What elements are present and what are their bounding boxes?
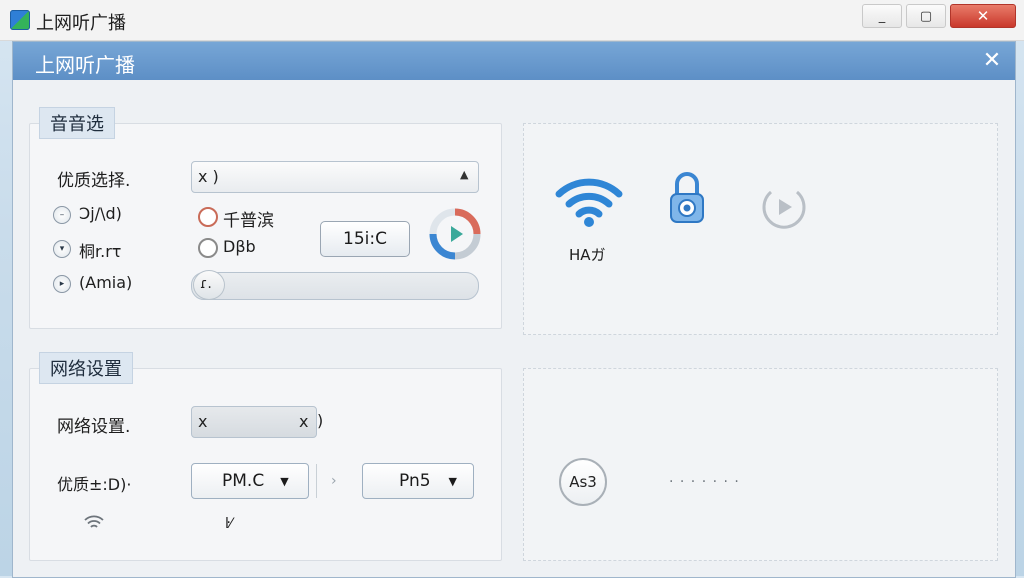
radio-option-a[interactable] xyxy=(198,207,218,227)
wifi-icon xyxy=(555,178,623,227)
lock-camera-icon xyxy=(670,172,704,223)
small-wifi-icon xyxy=(84,515,104,528)
slider-value: ɾ. xyxy=(200,276,212,292)
quality-combo-value: x ) xyxy=(198,167,219,186)
network-group-tab[interactable]: 网络设置 xyxy=(39,352,133,384)
option-label-2: 桐r.rτ xyxy=(79,242,122,261)
dialog: 上网听广播 ✕ 音音选 优质选择. x ) ▲ – Ͻj/\d) ▾ 桐r.rτ… xyxy=(12,41,1016,578)
radio-option-b-label: Dβb xyxy=(223,237,256,256)
combo-arrow-up-icon[interactable]: ▲ xyxy=(460,168,468,181)
window-close-button[interactable]: ✕ xyxy=(950,4,1016,28)
dropdown-1-arrow-icon: ▼ xyxy=(280,474,289,488)
audio-group-tab[interactable]: 音音选 xyxy=(39,107,115,139)
window-title: 上网听广播 xyxy=(36,13,126,34)
time-button[interactable]: 15i:C xyxy=(320,221,410,257)
separator-bar xyxy=(316,464,317,498)
app-icon xyxy=(10,10,30,30)
dropdown-2-arrow-icon: ▼ xyxy=(448,474,458,488)
radio-option-a-label: 千普滨 xyxy=(223,211,274,231)
small-label: ŀ⁄ xyxy=(225,516,233,532)
option-radio-1[interactable]: – xyxy=(53,206,71,224)
quality-label: 优质选择. xyxy=(57,171,131,191)
clear-left-icon[interactable]: x xyxy=(198,412,207,431)
dialog-close-button[interactable]: ✕ xyxy=(979,47,1005,73)
as3-badge[interactable]: As3 xyxy=(559,458,607,506)
network-dropdown-2[interactable]: Pn5 ▼ xyxy=(362,463,474,499)
radio-option-b[interactable] xyxy=(198,238,218,258)
dropdown-2-value: Pn5 xyxy=(399,471,431,491)
as3-badge-label: As3 xyxy=(569,473,597,491)
field-end-paren: ) xyxy=(317,411,324,430)
dropdown-1-value: PM.C xyxy=(222,471,265,491)
maximize-button[interactable]: ▢ xyxy=(906,4,946,28)
play-circle-icon[interactable] xyxy=(759,182,809,232)
volume-slider-thumb[interactable]: ɾ. xyxy=(193,270,225,300)
chevron-right-icon: › xyxy=(331,473,337,489)
option-label-1: Ͻj/\d) xyxy=(79,204,122,223)
clear-right-icon[interactable]: x xyxy=(299,412,308,431)
network-dropdown-1[interactable]: PM.C ▼ xyxy=(191,463,309,499)
option-radio-2[interactable]: ▾ xyxy=(53,240,71,258)
network-quality-label: 优质±:D)· xyxy=(57,475,132,494)
playback-ring-icon[interactable] xyxy=(427,206,483,262)
window-titlebar: 上网听广播 _ ▢ ✕ xyxy=(0,0,1024,41)
option-label-3: (Amia) xyxy=(79,273,133,292)
volume-slider-track[interactable] xyxy=(191,272,479,300)
dialog-title: 上网听广播 xyxy=(35,53,135,77)
network-setting-label: 网络设置. xyxy=(57,417,131,437)
wifi-caption: HAガ xyxy=(569,246,606,264)
network-setting-field[interactable]: x x xyxy=(191,406,317,438)
quality-combo[interactable]: x ) ▲ xyxy=(191,161,479,193)
dialog-header: 上网听广播 ✕ xyxy=(13,42,1015,80)
minimize-button[interactable]: _ xyxy=(862,4,902,28)
option-radio-3[interactable]: ▸ xyxy=(53,275,71,293)
loading-dots: · · · · · · · xyxy=(669,474,740,490)
